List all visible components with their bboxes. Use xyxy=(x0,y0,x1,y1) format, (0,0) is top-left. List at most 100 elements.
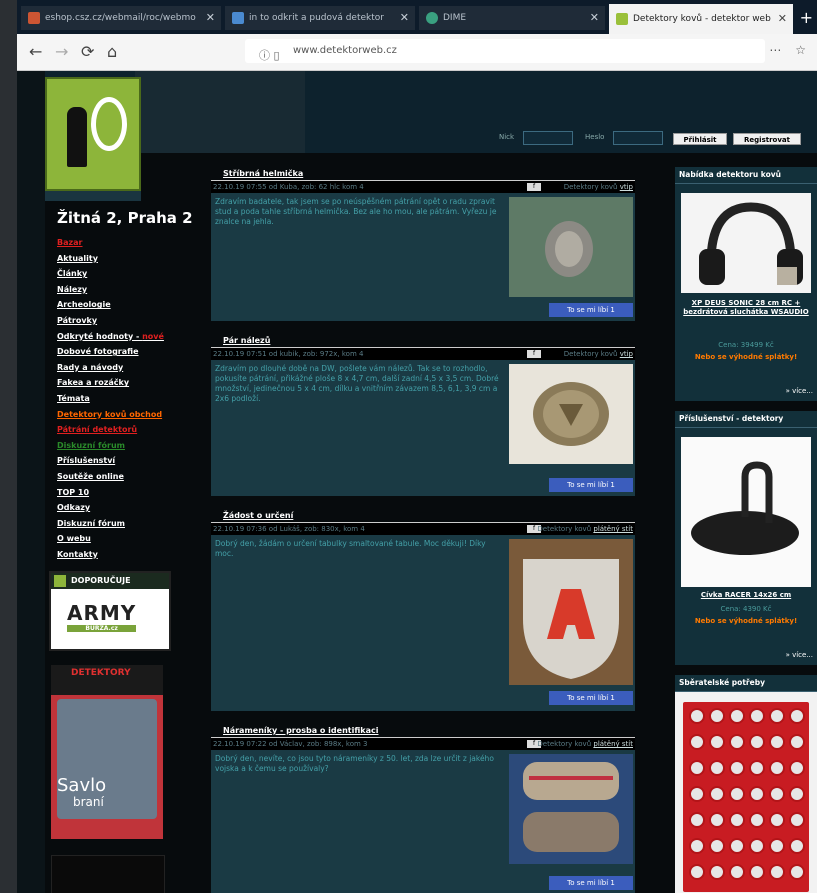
category-link[interactable]: vtip xyxy=(620,183,633,191)
post-title[interactable]: Žádost o určení xyxy=(211,509,635,523)
sidebar-menu-item[interactable]: Archeologie xyxy=(57,297,197,313)
installment-offer[interactable]: Nebo se výhodné splátky! xyxy=(681,617,811,626)
magazine-ad[interactable]: DETEKTORY Savlo braní xyxy=(51,665,163,839)
forward-icon[interactable]: → xyxy=(55,42,68,61)
sidebar-menu-label: Odkryté hodnoty - xyxy=(57,331,143,341)
new-tab-button[interactable]: + xyxy=(800,8,813,27)
sidebar-menu-item[interactable]: Odkazy xyxy=(57,500,197,516)
facebook-icon[interactable]: f xyxy=(527,350,541,358)
sidebar-menu-item[interactable]: Pátrovky xyxy=(57,313,197,329)
browser-tab-article[interactable]: in to odkrit a pudová detektor ✕ xyxy=(225,6,415,30)
sidebar-menu-item[interactable]: Příslušenství xyxy=(57,453,197,469)
reload-icon[interactable]: ⟳ xyxy=(81,42,94,61)
post-card: Pár nálezů 22.10.19 07:51 od kubik, zob:… xyxy=(211,334,635,496)
page-actions-icon[interactable]: ⋯ ☆ xyxy=(769,43,811,57)
sidebar-menu-item[interactable]: Rady a návody xyxy=(57,360,197,376)
sidebar-menu-item[interactable]: Diskuzní fórum xyxy=(57,516,197,532)
post-meta: 22.10.19 07:55 od Kuba, zob: 62 hlc kom … xyxy=(211,181,635,193)
accessories-box: Příslušenství - detektory Cívka RACER 14… xyxy=(675,411,817,665)
post-image[interactable] xyxy=(509,364,633,464)
like-button[interactable]: To se mi líbí 1 xyxy=(549,876,633,890)
post-category[interactable]: Detektory kovů vtip xyxy=(564,181,633,193)
post-meta-text: 22.10.19 07:22 od Václav, zob: 898x, kom… xyxy=(213,740,368,748)
product-image[interactable] xyxy=(681,437,811,587)
like-button[interactable]: To se mi líbí 1 xyxy=(549,303,633,317)
category-link[interactable]: plátěný stít xyxy=(593,525,633,533)
like-button[interactable]: To se mi líbí 1 xyxy=(549,691,633,705)
sidebar-menu-item[interactable]: TOP 10 xyxy=(57,485,197,501)
sidebar-menu: Bazar Aktuality Články Nálezy Archeologie Pát… xyxy=(57,235,197,562)
sidebar-menu-item[interactable]: Pátrání detektorů xyxy=(57,422,197,438)
browser-tab-dime[interactable]: DIME ✕ xyxy=(419,6,605,30)
post-category[interactable]: Detektory kovů plátěný stít xyxy=(537,523,633,535)
close-tab-icon[interactable]: ✕ xyxy=(206,6,215,30)
detektorweb-favicon-icon xyxy=(616,13,628,25)
facebook-icon[interactable]: f xyxy=(527,183,541,191)
close-tab-icon[interactable]: ✕ xyxy=(778,4,787,34)
more-link[interactable]: » více... xyxy=(786,387,813,395)
sidebar-menu-item[interactable]: Odkryté hodnoty - nové xyxy=(57,329,197,345)
login-button[interactable]: Přihlásit xyxy=(673,133,727,145)
sidebar-menu-item[interactable]: O webu xyxy=(57,531,197,547)
post-image[interactable] xyxy=(509,754,633,864)
password-input[interactable] xyxy=(613,131,663,145)
url-bar[interactable]: ⓘ ▯ www.detektorweb.cz xyxy=(245,39,765,63)
box-title: Příslušenství - detektory xyxy=(675,411,817,428)
sidebar-menu-item[interactable]: Kontakty xyxy=(57,547,197,563)
sidebar-menu-item[interactable]: Diskuzní fórum xyxy=(57,438,197,454)
post-title[interactable]: Stříbrná helmička xyxy=(211,167,635,181)
sidebar-menu-item[interactable]: Nálezy xyxy=(57,282,197,298)
sidebar-menu-item[interactable]: Detektory kovů obchod xyxy=(57,407,197,423)
epaulette-photo-icon xyxy=(523,762,619,852)
browser-tab-webmail[interactable]: eshop.csz.cz/webmail/roc/webmo ✕ xyxy=(21,6,221,30)
army-burza-ad[interactable]: DOPORUČUJE ARMY BURZA.cz xyxy=(49,571,171,651)
post-meta-text: 22.10.19 07:51 od kubik, zob: 972x, kom … xyxy=(213,350,364,358)
post-text: Dobrý den, nevíte, co jsou tyto náramení… xyxy=(215,754,494,773)
post-image[interactable] xyxy=(509,539,633,685)
sidebar-menu-item[interactable]: Soutěže online xyxy=(57,469,197,485)
bottom-ad[interactable] xyxy=(51,855,165,893)
coin-slot-icon xyxy=(709,864,725,880)
close-tab-icon[interactable]: ✕ xyxy=(590,6,599,30)
post-image[interactable] xyxy=(509,197,633,297)
sidebar-menu-item[interactable]: Dobové fotografie xyxy=(57,344,197,360)
product-name[interactable]: XP DEUS SONIC 28 cm RC + bezdrátová sluc… xyxy=(681,299,811,317)
register-button[interactable]: Registrovat xyxy=(733,133,801,145)
site-logo[interactable] xyxy=(45,77,141,191)
back-icon[interactable]: ← xyxy=(29,42,42,61)
sidebar-menu-label: O webu xyxy=(57,534,91,544)
post-meta-text: 22.10.19 07:36 od Lukáš, zob: 830x, kom … xyxy=(213,525,365,533)
post-title[interactable]: Nárameníky - prosba o identifikaci xyxy=(211,724,635,738)
home-icon[interactable]: ⌂ xyxy=(107,42,117,61)
product-price: Cena: 39499 Kč xyxy=(718,341,774,349)
category-link[interactable]: vtip xyxy=(620,350,633,358)
post-card: Žádost o určení 22.10.19 07:36 od Lukáš,… xyxy=(211,509,635,711)
post-category[interactable]: Detektory kovů plátěný stít xyxy=(537,738,633,750)
product-image[interactable] xyxy=(681,193,811,293)
coin-slot-icon xyxy=(769,734,785,750)
post-category[interactable]: Detektory kovů vtip xyxy=(564,348,633,360)
coin-slot-icon xyxy=(749,812,765,828)
sidebar-menu-label: Fakea a rozáčky xyxy=(57,378,130,388)
coin-slot-icon xyxy=(709,708,725,724)
product-image[interactable] xyxy=(675,692,817,893)
sidebar-menu-item[interactable]: Témata xyxy=(57,391,197,407)
sidebar-menu-item[interactable]: Články xyxy=(57,266,197,282)
sidebar-menu-item[interactable]: Bazar xyxy=(57,235,197,251)
tab-label: in to odkrit a pudová detektor xyxy=(249,13,384,23)
post-title[interactable]: Pár nálezů xyxy=(211,334,635,348)
more-link[interactable]: » více... xyxy=(786,651,813,659)
sidebar-menu-item[interactable]: Fakea a rozáčky xyxy=(57,375,197,391)
category-link[interactable]: plátěný stít xyxy=(593,740,633,748)
logo-caption xyxy=(45,191,141,201)
magazine-cover-image xyxy=(57,699,157,819)
like-button[interactable]: To se mi líbí 1 xyxy=(549,478,633,492)
product-name[interactable]: Cívka RACER 14x26 cm xyxy=(681,591,811,600)
close-tab-icon[interactable]: ✕ xyxy=(400,6,409,30)
browser-tab-detektory[interactable]: Detektory kovů - detektor web ✕ xyxy=(609,4,793,34)
sidebar-menu-item[interactable]: Aktuality xyxy=(57,251,197,267)
magazine-subheadline: braní xyxy=(73,795,104,809)
nick-input[interactable] xyxy=(523,131,573,145)
category-label: Detektory kovů xyxy=(563,183,618,191)
installment-offer[interactable]: Nebo se výhodné splátky! xyxy=(681,353,811,362)
